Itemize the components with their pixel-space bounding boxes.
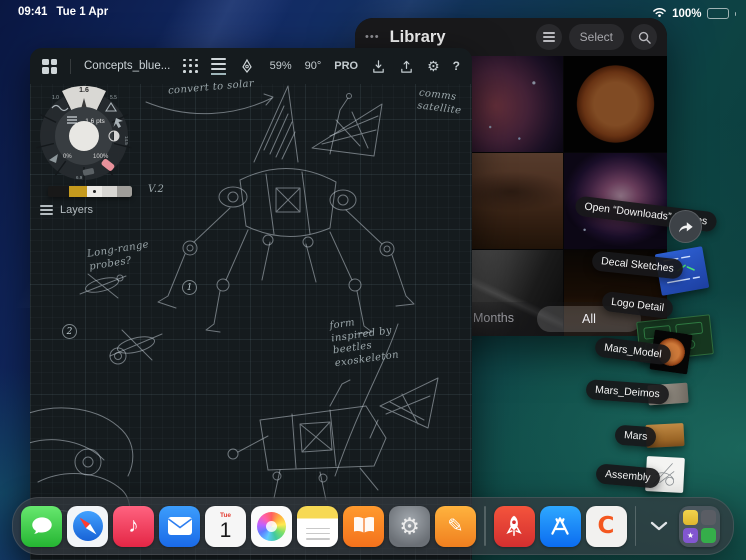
date: Tue 1 Apr: [56, 6, 109, 18]
dock-app-library-icon[interactable]: ★: [679, 505, 720, 547]
chevron-down-icon: [650, 521, 668, 531]
dock-mail-icon[interactable]: [159, 505, 200, 547]
photos-flower-glyph: [257, 511, 286, 541]
swatch-gold[interactable]: [69, 186, 87, 197]
dock-music-icon[interactable]: ♪: [113, 505, 154, 547]
dock-calendar-icon[interactable]: Tue 1: [205, 505, 246, 547]
drag-item-mars[interactable]: Mars: [614, 424, 657, 448]
music-note-glyph: ♪: [128, 514, 139, 537]
export-icon[interactable]: [399, 59, 414, 74]
search-button[interactable]: [631, 24, 657, 50]
sketch-marker-2: 2: [62, 324, 77, 339]
photos-title: Library: [389, 27, 446, 46]
battery-percent: 100%: [672, 7, 702, 20]
sketch-marker-1: 1: [182, 280, 197, 295]
concepts-window: Concepts_blue... 59% 90° PRO ⚙ ? convert…: [30, 48, 472, 560]
dock-safari-icon[interactable]: [67, 505, 108, 547]
swatch-white-selected[interactable]: [87, 186, 102, 197]
dock-notes-icon[interactable]: [297, 505, 338, 547]
dot-grid-icon[interactable]: [183, 58, 198, 74]
import-icon[interactable]: [371, 59, 386, 74]
app-library-grid: ★: [683, 509, 716, 543]
canvas-angle[interactable]: 90°: [305, 60, 322, 72]
layers-label: Layers: [60, 204, 94, 216]
dock-messages-icon[interactable]: [21, 505, 62, 547]
document-title[interactable]: Concepts_blue...: [84, 60, 170, 72]
dock-divider: [634, 506, 636, 546]
color-palette-strip[interactable]: [48, 186, 132, 197]
dock-collapse-chevron[interactable]: [644, 506, 674, 546]
forward-arrow-icon: [678, 222, 693, 233]
dock-appstore-icon[interactable]: [539, 505, 581, 547]
tab-months[interactable]: Months: [473, 311, 514, 325]
swatch-light-gray[interactable]: [102, 186, 117, 197]
swatch-black[interactable]: [48, 186, 69, 197]
dock-concepts-icon[interactable]: C: [585, 505, 627, 547]
ring-size-4: 6.9: [76, 175, 83, 180]
search-icon: [638, 31, 651, 44]
select-button[interactable]: Select: [568, 24, 624, 50]
window-controls-icon[interactable]: •••: [365, 31, 380, 43]
gear-glyph: ⚙: [399, 512, 420, 539]
ring-size-3: 14.5: [124, 136, 129, 145]
battery-icon: [706, 8, 729, 19]
note-version: V.2: [148, 184, 165, 195]
dock-pages-icon[interactable]: ✎: [435, 505, 476, 547]
calendar-day: 1: [219, 518, 232, 542]
active-tool-size: 1.6: [79, 87, 89, 94]
note-comms-satellite: comms satellite: [416, 87, 463, 117]
dock-rocket-app-icon[interactable]: [493, 505, 535, 547]
settings-gear-icon[interactable]: ⚙: [427, 59, 440, 73]
concepts-c-glyph: C: [597, 513, 615, 539]
ring-size-2: 5.5: [110, 95, 117, 101]
status-bar: 09:41 Tue 1 Apr 100%: [0, 4, 746, 22]
gallery-grid-icon[interactable]: [42, 58, 57, 74]
dock: ♪ Tue 1 ⚙ ✎ C ★: [12, 497, 734, 555]
opacity-min: 0%: [63, 154, 72, 160]
help-button[interactable]: ?: [453, 59, 460, 73]
menu-lines-icon: [542, 32, 555, 42]
zoom-level[interactable]: 59%: [270, 60, 292, 72]
drag-share-arrow-button[interactable]: [669, 210, 702, 243]
selected-swatch-dot: [93, 190, 96, 193]
clock: 09:41: [18, 6, 48, 18]
sketch-main-rover: [157, 85, 415, 335]
ring-size-1: 1.0: [52, 95, 59, 101]
toolbar-divider: [70, 58, 71, 74]
sketch-lower-rover: [227, 377, 439, 501]
ipad-screen: 09:41 Tue 1 Apr 100% ••• Library Select: [0, 0, 746, 560]
swatch-gray[interactable]: [117, 186, 132, 197]
dock-books-icon[interactable]: [343, 505, 384, 547]
layers-icon: [40, 205, 53, 215]
battery-nub: [734, 11, 736, 16]
tool-wheel[interactable]: 1.6 1.0 5.5 14.5 6.9 1.6 pts 0% 100%: [36, 78, 132, 182]
dock-photos-icon[interactable]: [251, 505, 292, 547]
wifi-icon: [652, 6, 667, 21]
pen-glyph: ✎: [447, 515, 464, 537]
pen-nib-icon[interactable]: [239, 58, 255, 74]
view-options-button[interactable]: [535, 24, 562, 50]
opacity-max: 100%: [93, 154, 109, 160]
color-well[interactable]: [69, 121, 99, 151]
dock-settings-icon[interactable]: ⚙: [389, 505, 430, 547]
layers-button[interactable]: Layers: [40, 204, 93, 216]
menu-hamburger-icon[interactable]: [211, 57, 227, 75]
note-form-inspired: form inspired by beetles exoskeleton: [328, 317, 400, 369]
pro-badge[interactable]: PRO: [334, 60, 358, 72]
sketch-probes: [79, 273, 163, 365]
dock-divider: [484, 506, 486, 546]
